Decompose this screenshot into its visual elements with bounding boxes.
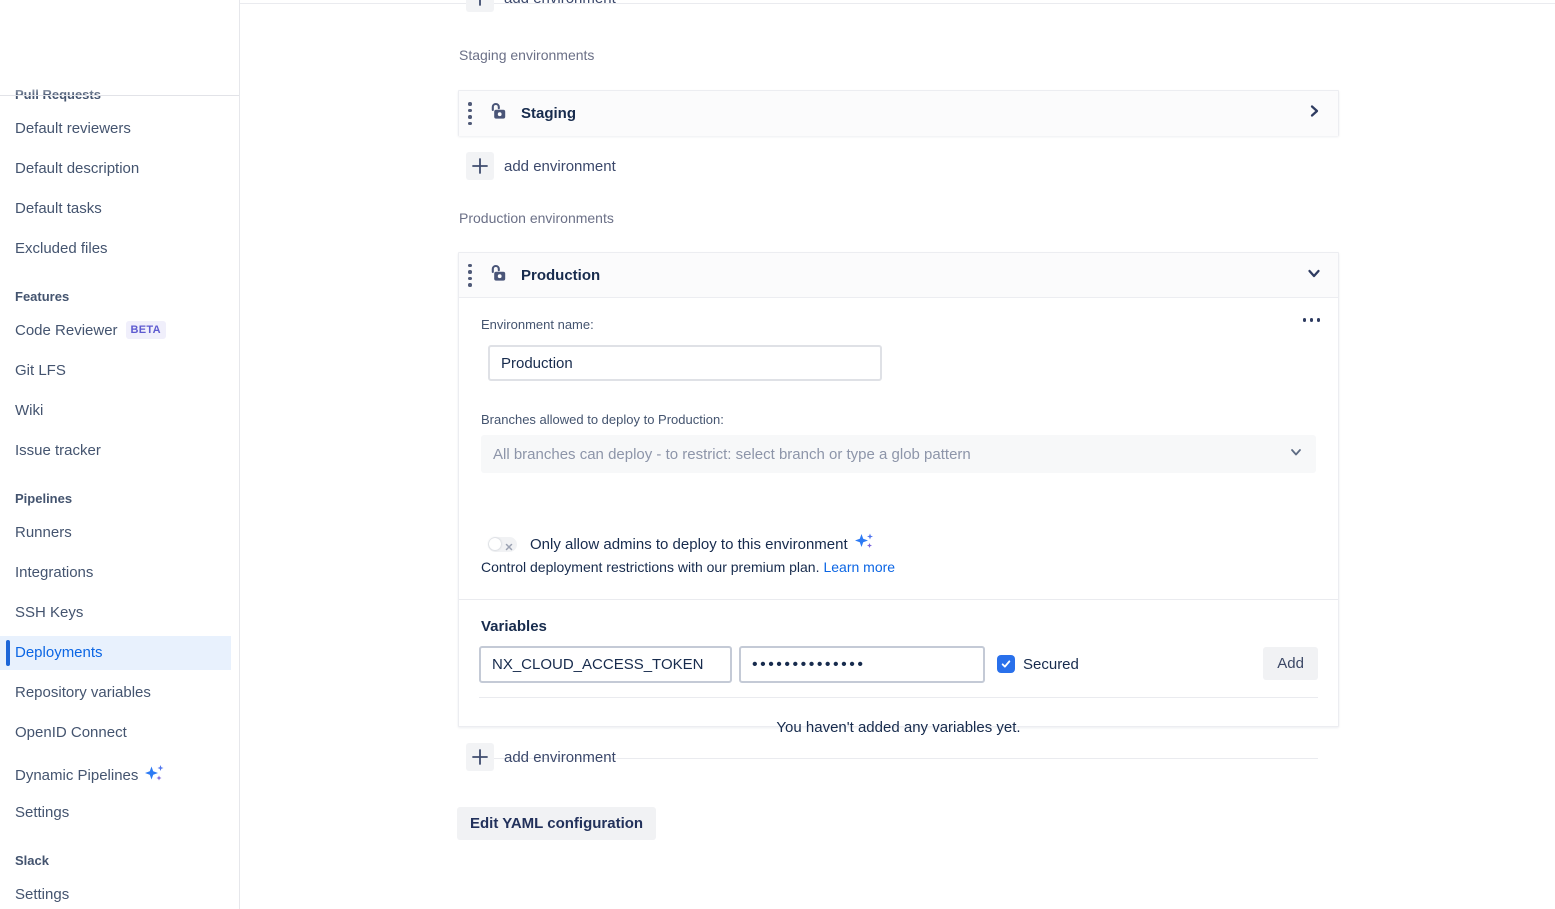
production-card-header[interactable]: Production [459,253,1338,298]
sidebar: Pull Requests Default reviewers Default … [0,0,240,909]
sidebar-item-label: SSH Keys [15,604,83,621]
sidebar-item-label: Excluded files [15,240,108,257]
staging-environment-card: Staging [458,90,1339,136]
top-divider [240,3,1555,4]
plus-icon [466,152,494,180]
plus-icon [466,0,494,12]
unlock-icon [488,101,508,126]
sidebar-item-label: Runners [15,524,72,541]
sparkle-icon [143,765,164,786]
more-options-icon[interactable] [1299,314,1325,326]
section-label: Pipelines [15,491,72,506]
sidebar-item-wiki[interactable]: Wiki [0,403,239,418]
secured-label: Secured [1023,656,1079,673]
sidebar-item-default-tasks[interactable]: Default tasks [0,201,239,216]
variable-name-input[interactable] [479,646,732,683]
sidebar-item-deployments[interactable]: Deployments [0,645,239,660]
branches-select-placeholder: All branches can deploy - to restrict: s… [493,446,1288,463]
edit-yaml-configuration-button[interactable]: Edit YAML configuration [457,807,656,840]
environment-name-input[interactable] [488,345,882,381]
sidebar-item-dynamic-pipelines[interactable]: Dynamic Pipelines [0,765,239,780]
sidebar-item-openid-connect[interactable]: OpenID Connect [0,725,239,740]
sidebar-item-repository-variables[interactable]: Repository variables [0,685,239,700]
environment-name: Production [521,267,600,284]
section-divider [459,599,1338,600]
environment-name: Staging [521,105,576,122]
add-environment-button-staging[interactable]: add environment [466,152,616,180]
sidebar-item-label: Default reviewers [15,120,131,137]
sidebar-item-label: Default tasks [15,200,102,217]
sidebar-item-runners[interactable]: Runners [0,525,239,540]
drag-handle-icon[interactable] [468,102,472,125]
learn-more-link[interactable]: Learn more [823,559,895,575]
sidebar-item-label: Wiki [15,402,43,419]
add-environment-label: add environment [504,0,616,7]
add-environment-button-production[interactable]: add environment [466,743,616,771]
section-label: Features [15,289,69,304]
premium-note: Control deployment restrictions with our… [481,559,895,575]
sidebar-header-divider [0,95,239,96]
main-content: add environment Staging environments Sta… [240,0,1555,909]
environment-name-label: Environment name: [481,317,594,332]
toggle-knob [489,538,501,550]
admins-toggle-row: Only allow admins to deploy to this envi… [488,532,874,556]
sidebar-item-git-lfs[interactable]: Git LFS [0,363,239,378]
sidebar-item-slack-settings[interactable]: Settings [0,887,239,902]
add-variable-button[interactable]: Add [1263,647,1318,680]
sidebar-item-label: Git LFS [15,362,66,379]
production-environment-card: Production Environment name: Branches al… [458,252,1339,727]
chevron-down-icon[interactable] [1305,264,1323,287]
premium-note-text: Control deployment restrictions with our… [481,559,819,575]
variables-divider [479,697,1318,698]
premium-sparkle-icon [853,532,874,556]
admins-only-toggle[interactable] [488,537,517,552]
drag-handle-icon[interactable] [468,264,472,287]
variable-value-input[interactable] [739,646,985,683]
sidebar-item-issue-tracker[interactable]: Issue tracker [0,443,239,458]
add-environment-label: add environment [504,749,616,766]
select-chevron-down-icon [1288,444,1304,465]
admins-toggle-label: Only allow admins to deploy to this envi… [530,536,848,553]
add-environment-label: add environment [504,158,616,175]
sidebar-section-features: Features [0,289,239,304]
sidebar-item-default-reviewers[interactable]: Default reviewers [0,121,239,136]
staging-card-header[interactable]: Staging [459,91,1338,136]
check-icon [1000,658,1012,670]
sidebar-item-code-reviewer[interactable]: Code Reviewer BETA [0,323,239,338]
sidebar-item-label: Repository variables [15,684,151,701]
sidebar-section-pipelines: Pipelines [0,491,239,506]
add-environment-button-top[interactable]: add environment [466,0,616,12]
toggle-cross-icon [505,538,513,556]
sidebar-item-label: Integrations [15,564,93,581]
sidebar-repo-header [0,0,239,96]
sidebar-item-label: Dynamic Pipelines [15,767,138,784]
branches-label: Branches allowed to deploy to Production… [481,412,724,427]
branches-select[interactable]: All branches can deploy - to restrict: s… [481,435,1316,473]
staging-environments-heading: Staging environments [459,47,594,63]
secured-checkbox-row: Secured [997,655,1079,673]
variables-empty-message: You haven't added any variables yet. [459,719,1338,736]
sidebar-item-ssh-keys[interactable]: SSH Keys [0,605,239,620]
sidebar-item-settings[interactable]: Settings [0,805,239,820]
sidebar-item-label: Code Reviewer [15,322,118,339]
sidebar-item-integrations[interactable]: Integrations [0,565,239,580]
sidebar-item-label: OpenID Connect [15,724,127,741]
sidebar-item-excluded-files[interactable]: Excluded files [0,241,239,256]
sidebar-item-label: Deployments [15,644,103,661]
sidebar-item-label: Default description [15,160,139,177]
sidebar-item-default-description[interactable]: Default description [0,161,239,176]
plus-icon [466,743,494,771]
production-environments-heading: Production environments [459,210,614,226]
sidebar-section-slack: Slack [0,853,239,868]
sidebar-item-label: Settings [15,804,69,821]
chevron-right-icon[interactable] [1305,102,1323,125]
sidebar-item-label: Issue tracker [15,442,101,459]
secured-checkbox[interactable] [997,655,1015,673]
sidebar-item-label: Settings [15,886,69,903]
sidebar-nav: Pull Requests Default reviewers Default … [0,87,239,902]
beta-badge: BETA [126,321,166,339]
section-label: Slack [15,853,49,868]
unlock-icon [488,263,508,288]
variables-heading: Variables [481,618,547,635]
